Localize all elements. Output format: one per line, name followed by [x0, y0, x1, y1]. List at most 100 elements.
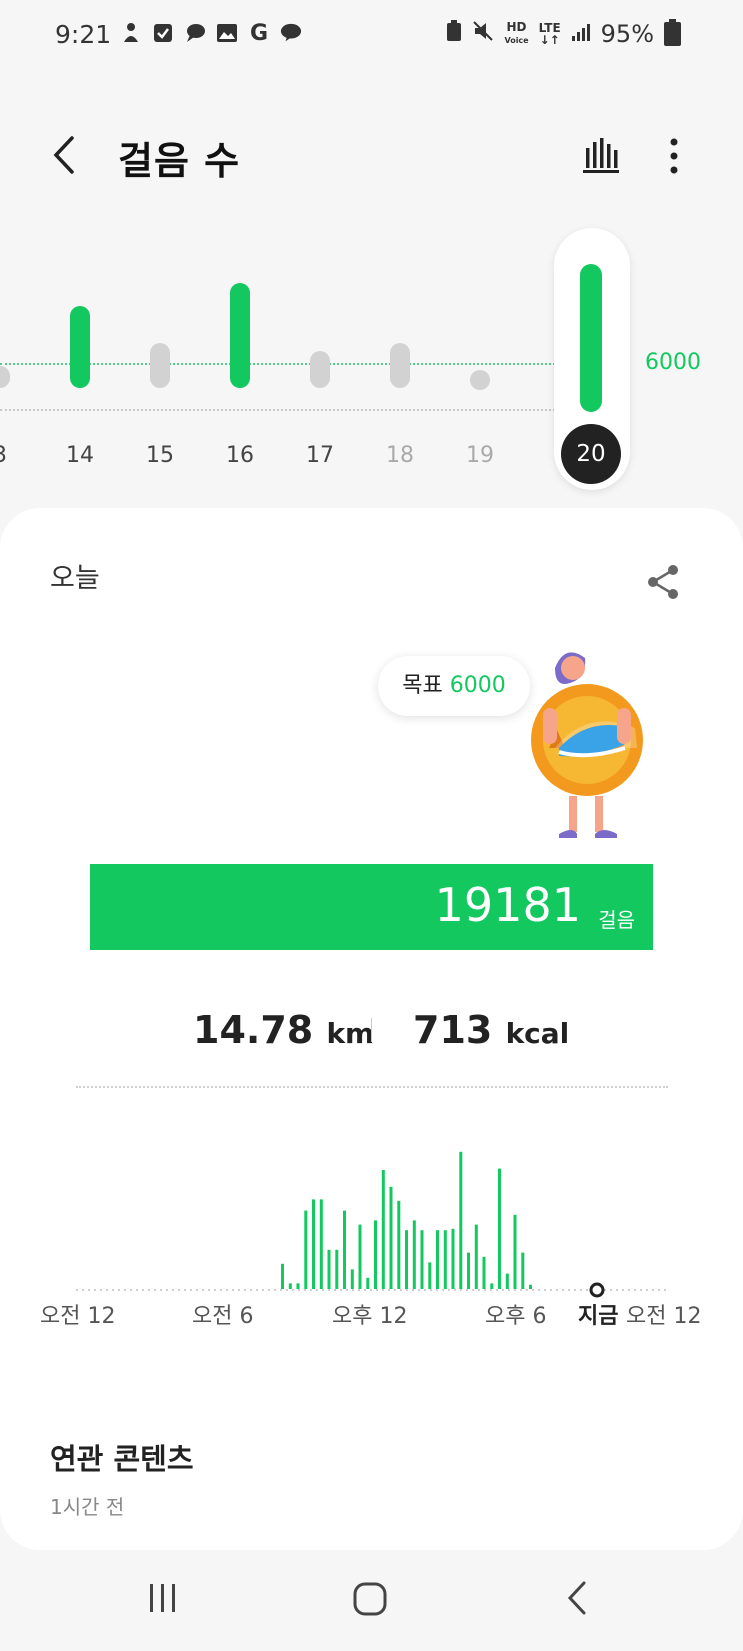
day-bar-15[interactable] [150, 343, 170, 388]
person-icon [120, 22, 142, 44]
x-label-6am: 오전 6 [192, 1304, 254, 1329]
x-label-12pm: 오후 12 [332, 1304, 408, 1329]
hourly-bar [428, 1262, 432, 1289]
selected-day-bar [580, 264, 602, 412]
hourly-bar [335, 1249, 339, 1289]
day-label-14[interactable]: 14 [55, 443, 105, 468]
page-title: 걸음 수 [118, 139, 241, 183]
hourly-bar [498, 1168, 501, 1289]
today-card: 오늘 목표 6000 19181 걸음 14.78 km 713 kcal 오전… [0, 508, 743, 1550]
x-label-12am-end: 오전 12 [626, 1304, 702, 1329]
hourly-bar [482, 1256, 486, 1289]
x-label-6pm: 오후 6 [485, 1304, 547, 1329]
hourly-bar [312, 1199, 315, 1289]
hourly-bar [374, 1220, 377, 1289]
hourly-bar [343, 1210, 346, 1289]
battery-icon [664, 19, 681, 46]
lte-label: LTE [538, 21, 561, 35]
day-label-18[interactable]: 18 [375, 443, 425, 468]
hd-label: HD [506, 20, 527, 34]
talk-icon [280, 22, 302, 44]
hourly-bar [350, 1269, 354, 1289]
recent-apps-icon[interactable] [148, 1582, 178, 1614]
system-icons: HD Voice LTE ↓↑ 95% [446, 19, 681, 48]
day-bar-18[interactable] [390, 343, 410, 388]
day-bar-17[interactable] [310, 350, 330, 388]
goal-bubble: 목표 6000 [378, 656, 530, 716]
battery-level: 95% [600, 20, 654, 48]
hourly-bar [304, 1210, 308, 1289]
back-arrow-icon[interactable] [48, 135, 78, 175]
home-icon[interactable] [353, 1582, 387, 1616]
day-label-15[interactable]: 15 [135, 443, 185, 468]
hourly-bar [451, 1228, 455, 1289]
hourly-bar [412, 1220, 416, 1289]
mute-icon [472, 20, 494, 48]
lte-indicator: LTE ↓↑ [538, 21, 561, 47]
chart-icon[interactable] [582, 134, 620, 174]
stats-divider [371, 1018, 372, 1042]
calories-unit: kcal [505, 1017, 570, 1050]
selected-day-label: 20 [561, 424, 621, 484]
goal-value: 6000 [449, 673, 506, 698]
baseline [0, 409, 555, 411]
day-label-16[interactable]: 16 [215, 443, 265, 468]
hourly-bar [366, 1277, 370, 1289]
voice-label: Voice [504, 36, 529, 45]
calories-value: 713 [413, 1008, 493, 1052]
hourly-bar [397, 1200, 401, 1289]
share-icon[interactable] [645, 562, 681, 602]
signal-icon [571, 20, 591, 48]
day-label-19[interactable]: 19 [455, 443, 505, 468]
day-bar-14[interactable] [70, 305, 90, 388]
selected-day-card[interactable]: 20 [554, 228, 630, 490]
distance-unit: km [326, 1017, 375, 1050]
hourly-steps-chart [76, 1151, 668, 1298]
hourly-bar [288, 1283, 292, 1289]
hourly-bar [474, 1224, 478, 1289]
now-marker [589, 1282, 605, 1298]
hourly-bar [490, 1283, 494, 1289]
hourly-bar [327, 1249, 331, 1289]
g-icon: G [249, 20, 269, 46]
status-time: 9:21 [55, 20, 112, 49]
steps-unit: 걸음 [598, 908, 635, 932]
more-options-icon[interactable] [668, 136, 680, 176]
related-content-title[interactable]: 연관 콘텐츠 [50, 1436, 194, 1478]
character-illustration [525, 648, 655, 848]
hourly-bar [443, 1230, 447, 1289]
chat-icon [184, 22, 206, 44]
stats-row: 14.78 km 713 kcal [0, 1008, 743, 1058]
steps-progress-bar: 19181 걸음 [90, 864, 653, 950]
distance-stat: 14.78 km [193, 1008, 374, 1052]
day-bar-19[interactable] [470, 370, 490, 390]
system-nav-bar [0, 1550, 743, 1651]
hourly-bar [529, 1284, 532, 1289]
hd-voice-indicator: HD Voice [504, 21, 528, 47]
steps-value: 19181 [434, 878, 581, 932]
hourly-bar [459, 1151, 463, 1289]
hourly-bar [467, 1252, 470, 1289]
hourly-bar [358, 1224, 362, 1289]
hourly-bar [521, 1252, 525, 1289]
notification-icons: G [120, 20, 302, 46]
hourly-bar [405, 1230, 408, 1289]
hourly-bar [389, 1186, 393, 1289]
daily-steps-strip[interactable]: 3 14 15 16 17 18 19 20 6000 [0, 225, 743, 495]
distance-value: 14.78 [193, 1008, 314, 1052]
day-label-3[interactable]: 3 [0, 443, 25, 468]
day-bar-3[interactable] [0, 365, 10, 388]
hourly-bar [319, 1199, 323, 1289]
nav-back-icon[interactable] [566, 1580, 588, 1616]
day-label-17[interactable]: 17 [295, 443, 345, 468]
hourly-bar [513, 1214, 517, 1289]
x-label-now: 지금 [578, 1304, 619, 1329]
goal-value-label: 6000 [645, 350, 701, 375]
hourly-bar [420, 1230, 424, 1289]
hourly-bar [505, 1273, 509, 1289]
check-icon [152, 22, 174, 44]
hourly-bar [436, 1230, 439, 1289]
today-label: 오늘 [50, 563, 100, 594]
hourly-bar [296, 1283, 300, 1289]
day-bar-16[interactable] [230, 283, 250, 388]
